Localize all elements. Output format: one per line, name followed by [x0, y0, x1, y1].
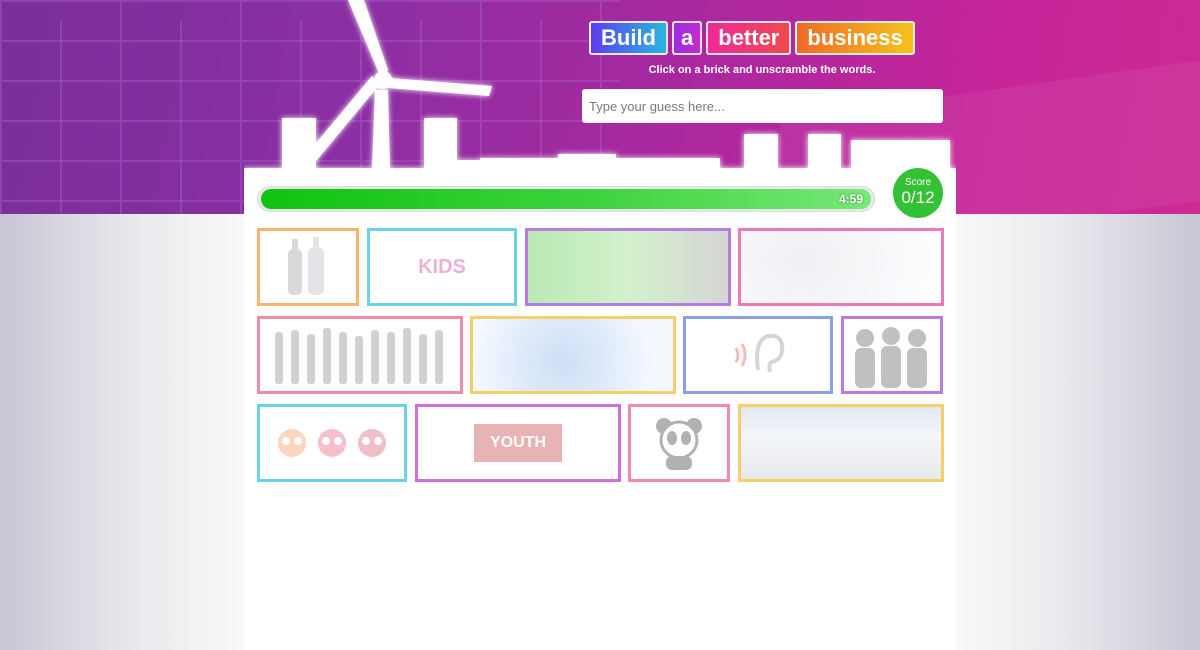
owls-icon — [260, 407, 404, 479]
brick-media-youth[interactable]: YOUTH — [415, 404, 621, 482]
group-people-icon — [260, 319, 460, 391]
brick-sky-kids[interactable]: KIDS — [367, 228, 517, 306]
ear-icon — [686, 319, 830, 391]
film-people-icon — [528, 231, 728, 303]
game-title: Build a better business — [589, 21, 915, 55]
timer-text: 4:59 — [838, 192, 863, 206]
title-word-better: better — [706, 21, 792, 55]
score-value: 0/12 — [901, 188, 935, 207]
title-word-a: a — [672, 21, 703, 55]
brick-owls[interactable] — [257, 404, 407, 482]
brick-bottles[interactable] — [257, 228, 359, 306]
building-icon — [741, 407, 941, 479]
brick-film-people[interactable] — [525, 228, 731, 306]
brick-building[interactable] — [738, 404, 944, 482]
hand-icon — [473, 319, 673, 391]
title-word-build: Build — [589, 21, 668, 55]
brick-texture[interactable] — [738, 228, 944, 306]
brick-group-people[interactable] — [257, 316, 463, 394]
media-youth-logo-icon: YOUTH — [418, 407, 618, 479]
score-label: Score — [904, 177, 932, 188]
title-word-business: business — [795, 21, 915, 55]
bottles-icon — [260, 231, 356, 303]
brick-panda[interactable] — [628, 404, 730, 482]
timer-bar-fill: 4:59 — [261, 189, 871, 209]
instructions-text: Click on a brick and unscramble the word… — [648, 64, 876, 76]
score-badge: Score 0/12 — [893, 168, 943, 218]
guess-input[interactable] — [582, 89, 943, 123]
brick-hearing[interactable] — [683, 316, 833, 394]
texture-icon — [741, 231, 941, 303]
sky-kids-logo-icon: KIDS — [418, 255, 466, 278]
timer-bar: 4:59 — [257, 186, 875, 212]
brick-hand-blue[interactable] — [470, 316, 676, 394]
women-icon — [844, 319, 940, 391]
panda-icon — [631, 407, 727, 479]
brick-women[interactable] — [841, 316, 943, 394]
